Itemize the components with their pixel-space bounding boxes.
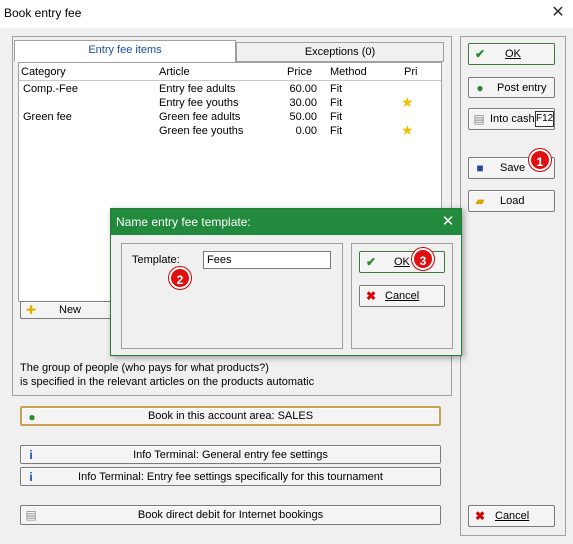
into-cash-button[interactable]: ▤ Into cash F12 <box>468 108 555 130</box>
post-entry-label: Post entry <box>497 81 547 94</box>
dialog-cancel-button[interactable]: ✖ Cancel <box>359 285 445 307</box>
plus-icon: ✚ <box>25 303 37 317</box>
cell-method: Fit <box>330 83 343 95</box>
cell-article: Entry fee youths <box>159 97 239 109</box>
load-button[interactable]: ▰ Load <box>468 190 555 212</box>
table-row[interactable]: Green fee Green fee adults 50.00 Fit <box>19 111 441 125</box>
info-text-line-1: The group of people (who pays for what p… <box>20 362 269 374</box>
column-header-article[interactable]: Article <box>159 66 190 78</box>
into-cash-label: Into cash <box>490 113 535 125</box>
load-button-label: Load <box>500 195 525 207</box>
cell-article: Green fee adults <box>159 111 241 123</box>
cash-register-icon: ▤ <box>473 112 485 126</box>
info-terminal-tournament-label: Info Terminal: Entry fee settings specif… <box>78 470 383 483</box>
folder-icon: ▰ <box>475 194 485 208</box>
cancel-button[interactable]: ✖ Cancel <box>468 505 555 527</box>
template-input[interactable] <box>203 251 331 269</box>
name-template-dialog: Name entry fee template: ✕ Template: ✔ O… <box>110 208 462 356</box>
step-badge-2: 2 <box>169 267 191 289</box>
new-button-label: New <box>59 304 82 316</box>
post-entry-icon: ● <box>476 81 484 95</box>
tab-entry-fee-items[interactable]: Entry fee items <box>14 40 236 62</box>
direct-debit-button[interactable]: ▤ Book direct debit for Internet booking… <box>20 505 441 525</box>
cell-price: 0.00 <box>295 125 317 137</box>
template-label: Template: <box>132 254 180 266</box>
column-header-method[interactable]: Method <box>330 66 367 78</box>
cell-method: Fit <box>330 111 343 123</box>
cell-category: Comp.-Fee <box>23 83 79 95</box>
ok-button-label: OK <box>505 48 521 60</box>
dialog-title: Name entry fee template: <box>116 215 251 229</box>
cell-article: Entry fee adults <box>159 83 236 95</box>
cell-article: Green fee youths <box>159 125 244 137</box>
dialog-ok-label: OK <box>394 256 410 268</box>
header-divider <box>19 80 441 81</box>
window-title: Book entry fee <box>4 6 82 20</box>
book-account-area-button[interactable]: ● Book in this account area: SALES <box>20 406 441 426</box>
save-button-label: Save <box>500 162 526 174</box>
table-row[interactable]: Green fee youths 0.00 Fit ★ <box>19 122 441 139</box>
step-badge-3: 3 <box>412 248 434 270</box>
cell-method: Fit <box>330 125 343 137</box>
star-icon: ★ <box>401 94 414 110</box>
save-disk-icon: ■ <box>476 161 484 175</box>
check-icon: ✔ <box>365 255 377 269</box>
info-terminal-tournament-button[interactable]: i Info Terminal: Entry fee settings spec… <box>20 467 441 486</box>
star-icon: ★ <box>401 122 414 138</box>
tab-exceptions[interactable]: Exceptions (0) <box>236 42 444 62</box>
new-button[interactable]: ✚ New <box>20 301 112 319</box>
info-text-line-2: is specified in the relevant articles on… <box>20 376 315 388</box>
window-close-button[interactable]: ✕ <box>548 3 568 23</box>
direct-debit-label: Book direct debit for Internet bookings <box>137 509 324 521</box>
cell-price: 30.00 <box>289 97 317 109</box>
column-header-pri[interactable]: Pri <box>404 66 417 78</box>
dialog-cancel-label: Cancel <box>385 290 420 302</box>
info-terminal-general-button[interactable]: i Info Terminal: General entry fee setti… <box>20 445 441 464</box>
cell-category: Green fee <box>23 111 72 123</box>
column-header-category[interactable]: Category <box>21 66 66 78</box>
step-badge-1: 1 <box>529 149 551 171</box>
dialog-close-button[interactable]: ✕ <box>439 213 457 231</box>
post-entry-button[interactable]: ● Post entry <box>468 77 555 98</box>
info-terminal-general-label: Info Terminal: General entry fee setting… <box>133 448 328 461</box>
check-icon: ✔ <box>474 47 486 61</box>
shortcut-key-badge: F12 <box>535 111 554 127</box>
cell-price: 50.00 <box>289 111 317 123</box>
cancel-button-label: Cancel <box>495 510 530 522</box>
book-account-area-label: Book in this account area: SALES <box>147 410 314 422</box>
cell-method: Fit <box>330 97 343 109</box>
table-row[interactable]: Entry fee youths 30.00 Fit ★ <box>19 94 441 111</box>
dialog-title-bar: Name entry fee template: ✕ <box>111 209 461 235</box>
table-row[interactable]: Comp.-Fee Entry fee adults 60.00 Fit <box>19 83 441 97</box>
ok-button[interactable]: ✔ OK <box>468 43 555 65</box>
cancel-x-icon: ✖ <box>474 509 486 523</box>
cell-price: 60.00 <box>289 83 317 95</box>
cancel-x-icon: ✖ <box>365 289 377 303</box>
title-bar: Book entry fee ✕ <box>0 0 573 28</box>
column-header-price[interactable]: Price <box>287 66 312 78</box>
